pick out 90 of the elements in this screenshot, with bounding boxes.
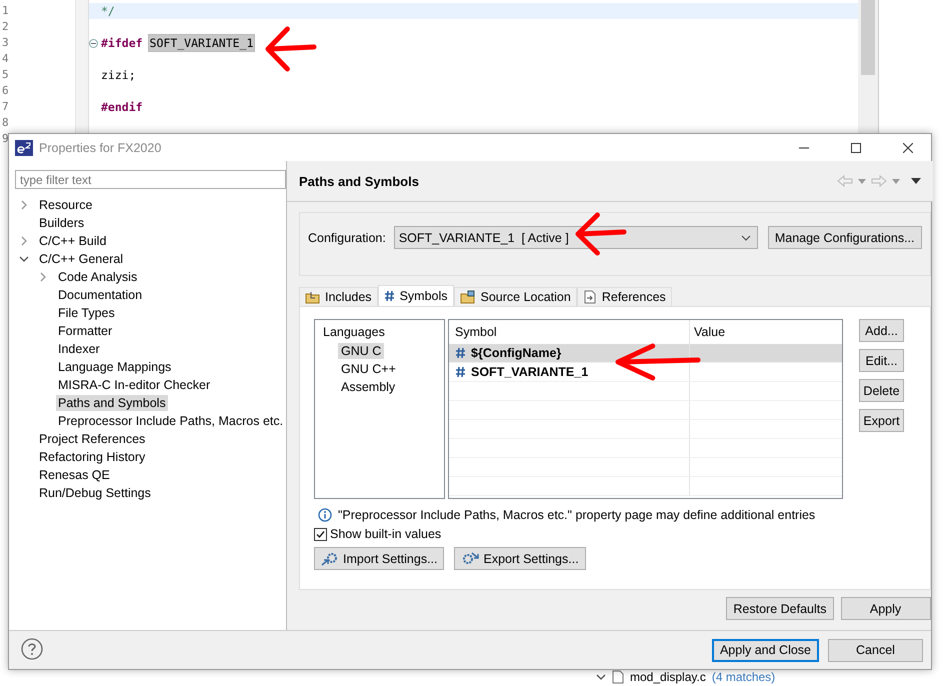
app-logo-icon (15, 140, 33, 156)
tree-item[interactable]: File Types (56, 305, 117, 321)
tree-item[interactable]: C/C++ General (37, 251, 126, 267)
dialog-button[interactable]: Apply and Close (712, 638, 819, 662)
maximize-icon (851, 142, 861, 152)
tab[interactable]: Includes (299, 287, 378, 306)
tree-item[interactable]: Renesas QE (37, 467, 112, 483)
annotation-arrow (264, 26, 316, 72)
close-icon (903, 142, 913, 152)
gear-arrow-icon (321, 550, 339, 566)
language-item[interactable]: GNU C++ (338, 361, 399, 377)
preprocessor-directive: #endif (101, 99, 143, 115)
window-title: Properties for FX2020 (39, 140, 162, 154)
list-header: Languages (323, 325, 385, 339)
configuration-dropdown[interactable]: SOFT_VARIANTE_1 [ Active ] (394, 226, 758, 249)
tree-item[interactable]: Refactoring History (37, 449, 148, 465)
hash-icon (384, 290, 395, 302)
line-number: 5 (2, 68, 9, 81)
tree-item[interactable]: Preprocessor Include Paths, Macros etc. (56, 413, 286, 429)
language-item[interactable]: GNU C (338, 343, 384, 359)
tab[interactable]: Source Location (454, 287, 577, 306)
manage-configurations-button[interactable]: Manage Configurations... (768, 226, 922, 249)
dialog-button[interactable]: Cancel (828, 638, 923, 662)
tab[interactable]: References (576, 287, 672, 306)
side-button[interactable]: Export (859, 409, 904, 432)
line-number: 7 (2, 100, 9, 113)
checkbox[interactable] (314, 528, 327, 540)
info-icon (318, 508, 332, 522)
page-button[interactable]: Restore Defaults (726, 597, 834, 620)
tree-item[interactable]: Indexer (56, 341, 102, 357)
dropdown-icon[interactable] (892, 178, 900, 184)
scrollbar-thumb[interactable] (861, 0, 875, 75)
view-menu-icon[interactable] (910, 178, 920, 184)
search-result-file[interactable]: mod_display.c (630, 670, 706, 684)
symbol-name: SOFT_VARIANTE_1 (471, 365, 588, 379)
column-header[interactable]: Symbol (455, 325, 497, 339)
column-header[interactable]: Value (694, 325, 726, 339)
tree-item[interactable]: Documentation (56, 287, 144, 303)
side-button[interactable]: Add... (859, 319, 904, 342)
tree-item[interactable]: Run/Debug Settings (37, 485, 153, 501)
settings-button[interactable]: Import Settings... (314, 547, 444, 570)
preprocessor-directive: #ifdef (101, 35, 143, 51)
code-line: zizi; (101, 67, 136, 83)
line-number: 9 (2, 132, 9, 145)
hash-icon (455, 347, 466, 359)
language-item[interactable]: Assembly (338, 379, 398, 395)
side-button[interactable]: Delete (859, 379, 904, 402)
fold-icon[interactable] (89, 39, 98, 48)
line-number: 4 (2, 52, 9, 65)
annotation-arrow (574, 212, 626, 256)
symbol-row[interactable]: ${ConfigName} (449, 344, 842, 363)
forward-arrow-icon[interactable] (870, 175, 886, 187)
help-icon[interactable] (21, 638, 43, 660)
tree-item[interactable]: C/C++ Build (37, 233, 108, 249)
tree-item[interactable]: Resource (37, 197, 94, 213)
tree-item[interactable]: Code Analysis (56, 269, 140, 285)
tree-item[interactable]: Builders (37, 215, 86, 231)
info-text: "Preprocessor Include Paths, Macros etc." property page may define additional entries (338, 508, 816, 522)
dropdown-icon[interactable] (858, 178, 866, 184)
folder-icon (305, 290, 320, 304)
tree-item[interactable]: Paths and Symbols (56, 395, 168, 411)
symbol-name: ${ConfigName} (471, 346, 562, 360)
line-number: 8 (2, 116, 9, 129)
side-button[interactable]: Edit... (859, 349, 904, 372)
line-number: 1 (2, 4, 9, 17)
tree-item[interactable]: MISRA-C In-editor Checker (56, 377, 212, 393)
line-number: 3 (2, 36, 9, 49)
tree-item[interactable]: Language Mappings (56, 359, 174, 375)
code-comment: */ (101, 3, 115, 19)
macro-name: SOFT_VARIANTE_1 (148, 35, 254, 51)
document-arrow-icon (582, 290, 597, 304)
tree-item[interactable]: Project References (37, 431, 148, 447)
configuration-label: Configuration: (308, 230, 386, 247)
line-number: 6 (2, 84, 9, 97)
page-button[interactable]: Apply (840, 597, 930, 620)
tab[interactable]: Symbols (378, 285, 454, 306)
expander-icon[interactable] (596, 672, 606, 682)
back-arrow-icon[interactable] (836, 175, 852, 187)
tree-item[interactable]: Formatter (56, 323, 114, 339)
folder-icon (460, 290, 476, 304)
page-title: Paths and Symbols (299, 174, 420, 188)
gear-arrow-icon (461, 550, 480, 566)
line-number: 2 (2, 20, 9, 33)
hash-icon (455, 366, 466, 378)
checkbox-label[interactable]: Show built-in values (330, 527, 442, 541)
caret-icon (740, 234, 751, 240)
symbol-row[interactable]: SOFT_VARIANTE_1 (449, 363, 842, 382)
match-count: (4 matches) (712, 670, 776, 684)
settings-button[interactable]: Export Settings... (454, 547, 586, 570)
filter-field[interactable]: type filter text (15, 170, 286, 189)
